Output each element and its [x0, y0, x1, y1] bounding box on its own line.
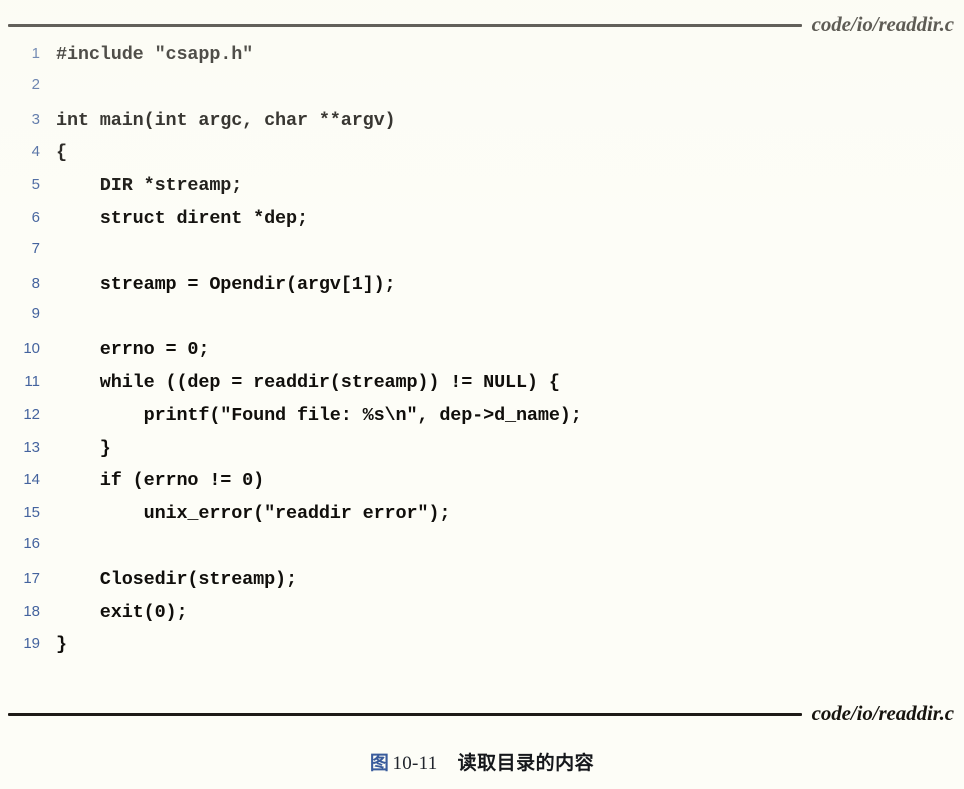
caption-figure-word: 图: [369, 753, 390, 774]
code-line: 16: [0, 534, 964, 569]
figure-bottom-rule-row: code/io/readdir.c: [8, 701, 956, 727]
code-line: 7: [0, 239, 964, 274]
line-number: 11: [24, 372, 40, 390]
figure-caption: 图 10-11 读取目录的内容: [0, 748, 964, 775]
source-file-path-top: code/io/readdir.c: [811, 12, 954, 36]
line-number: 14: [23, 471, 40, 489]
code-line: 19}: [0, 634, 964, 667]
line-number: 9: [31, 305, 40, 323]
code-line: 12 printf("Found file: %s\n", dep->d_nam…: [0, 405, 964, 438]
code-line-text: while ((dep = readdir(streamp)) != NULL)…: [56, 371, 560, 393]
horizontal-rule-top: [8, 24, 802, 27]
line-number: 1: [31, 45, 40, 62]
code-line: 15 unix_error("readdir error");: [0, 503, 964, 536]
code-line-text: }: [56, 437, 111, 459]
code-line: 17 Closedir(streamp);: [0, 569, 964, 602]
code-line-text: errno = 0;: [56, 339, 210, 361]
code-line: 10 errno = 0;: [0, 339, 964, 372]
code-line: 9: [0, 305, 964, 339]
code-line: 8 streamp = Opendir(argv[1]);: [0, 274, 964, 307]
line-number: 3: [31, 110, 40, 128]
caption-title-text: 读取目录的内容: [457, 753, 595, 774]
code-line-text: streamp = Opendir(argv[1]);: [56, 273, 396, 295]
line-number: 13: [23, 438, 40, 456]
code-line-text: exit(0);: [56, 601, 188, 623]
line-number: 18: [23, 602, 40, 620]
code-line-text: int main(int argc, char **argv): [56, 109, 396, 131]
line-number: 2: [31, 75, 40, 93]
code-line-text: DIR *streamp;: [56, 175, 243, 197]
code-listing: 1 #include "csapp.h" 2 3 int main(int argc, …: [0, 44, 964, 667]
code-line-text: #include "csapp.h": [56, 44, 254, 65]
code-line-text: if (errno != 0): [56, 470, 265, 492]
line-number: 12: [23, 405, 40, 423]
code-line: 6 struct dirent *dep;: [0, 208, 964, 241]
horizontal-rule-bottom: [8, 713, 802, 716]
code-line-text: {: [56, 142, 67, 164]
caption-figure-number: 10-11: [392, 753, 438, 774]
code-line-text: struct dirent *dep;: [56, 207, 308, 229]
code-line: 5 DIR *streamp;: [0, 175, 964, 208]
line-number: 10: [23, 340, 40, 358]
line-number: 17: [23, 569, 40, 587]
line-number: 4: [31, 143, 40, 161]
code-line: 1 #include "csapp.h": [0, 44, 964, 77]
line-number: 15: [23, 504, 40, 522]
code-line: 2: [0, 75, 964, 110]
code-line: 13 }: [0, 438, 964, 471]
code-line-text: printf("Found file: %s\n", dep->d_name);: [56, 404, 582, 426]
code-line-text: Closedir(streamp);: [56, 568, 297, 590]
figure-top-rule-row: code/io/readdir.c: [8, 12, 956, 38]
line-number: 5: [31, 176, 40, 194]
code-line: 14 if (errno != 0): [0, 470, 964, 503]
code-line: 3 int main(int argc, char **argv): [0, 110, 964, 143]
source-file-path-bottom: code/io/readdir.c: [811, 701, 954, 725]
code-line: 4{: [0, 142, 964, 175]
line-number: 6: [31, 208, 40, 226]
code-line-text: }: [56, 634, 67, 656]
code-line: 11 while ((dep = readdir(streamp)) != NU…: [0, 372, 964, 405]
code-line: 18 exit(0);: [0, 602, 964, 635]
code-line-text: unix_error("readdir error");: [56, 503, 451, 525]
code-figure: code/io/readdir.c 1 #include "csapp.h" 2 3 i…: [0, 0, 964, 789]
line-number: 16: [23, 534, 40, 552]
line-number: 19: [23, 635, 40, 653]
line-number: 8: [31, 274, 40, 292]
line-number: 7: [31, 239, 40, 257]
